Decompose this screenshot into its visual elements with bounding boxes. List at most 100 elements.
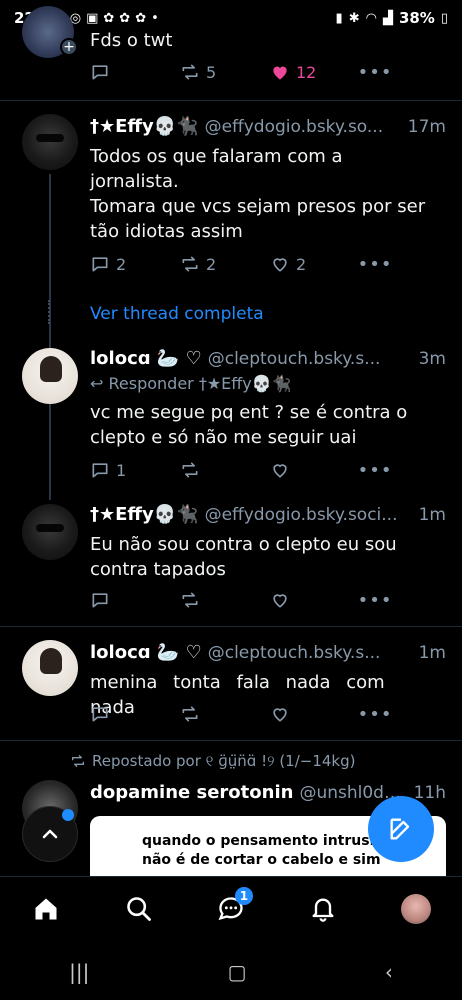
nav-home[interactable] — [26, 889, 66, 929]
new-posts-indicator — [62, 809, 74, 821]
text-line: Eu não sou contra o clepto eu sou — [90, 534, 397, 555]
author-handle[interactable]: @cleptouch.bsky.s... — [208, 643, 411, 663]
post-header: †★Effy💀🐈‍⬛ @effydogio.bsky.soci... 1m — [90, 504, 446, 528]
reply-count: 2 — [116, 254, 127, 274]
feed-post[interactable]: lolocɑ 🦢 ♡ @cleptouch.bsky.s... 1m menin… — [0, 630, 462, 738]
search-icon — [126, 896, 151, 921]
avatar[interactable] — [22, 640, 78, 696]
reply-icon — [92, 65, 108, 80]
follow-plus-icon[interactable]: + — [60, 38, 78, 56]
home-icon — [35, 898, 57, 919]
repost-button[interactable] — [180, 704, 270, 724]
reply-post[interactable]: †★Effy💀🐈‍⬛ @effydogio.bsky.soci... 1m Eu… — [0, 496, 462, 624]
repost-icon — [182, 592, 198, 608]
chat-badge: 1 — [234, 886, 253, 905]
text-line: tão idiotas assim — [90, 221, 243, 242]
post-actions: 2 2 2 ••• — [90, 252, 392, 276]
author-name[interactable]: †★Effy💀🐈‍⬛ — [90, 504, 199, 525]
reposted-by[interactable]: Repostado por ୧ ɡ̈ṳ̈n̈ɑ̈ !୨ (1/−14kg) — [70, 752, 356, 770]
chevron-up-icon — [42, 829, 58, 839]
system-nav: ||| ▢ ‹ — [0, 944, 462, 1000]
author-name[interactable]: dopamine serotonin — [90, 782, 293, 803]
author-name[interactable]: †★Effy💀🐈‍⬛ — [90, 116, 199, 137]
avatar[interactable] — [22, 348, 78, 404]
post-actions: ••• — [90, 702, 392, 726]
bottom-nav: 1 — [0, 876, 462, 940]
feed-post-top[interactable]: + Fds o twt 5 12 ••• — [0, 0, 462, 100]
reply-icon — [92, 593, 108, 608]
reposted-by-text: Repostado por ୧ ɡ̈ṳ̈n̈ɑ̈ !୨ (1/−14kg) — [92, 752, 356, 770]
repost-count: 2 — [206, 254, 217, 274]
thread-line — [49, 404, 51, 500]
repost-icon — [182, 706, 198, 722]
post-header: †★Effy💀🐈‍⬛ @effydogio.bsky.so... 17m — [90, 116, 446, 140]
heart-icon — [273, 594, 287, 608]
author-handle[interactable]: @cleptouch.bsky.s... — [208, 349, 411, 369]
post-time: 1m — [418, 505, 446, 525]
avatar[interactable] — [22, 504, 78, 560]
post-time: 17m — [407, 117, 446, 137]
reply-count: 1 — [116, 460, 127, 480]
like-button[interactable]: 12 — [270, 62, 360, 82]
reply-to-label[interactable]: ↩ Responder †★Effy💀🐈‍⬛ — [90, 374, 292, 393]
bell-icon — [312, 898, 334, 922]
repost-button[interactable]: 5 — [180, 62, 270, 82]
like-button[interactable]: 2 — [270, 254, 360, 274]
reply-button[interactable]: 1 — [90, 460, 180, 480]
nav-profile[interactable] — [396, 889, 436, 929]
author-name[interactable]: lolocɑ 🦢 ♡ — [90, 348, 202, 369]
repost-icon — [182, 462, 198, 478]
thread-gap-dots — [48, 300, 52, 324]
heart-icon — [273, 708, 287, 722]
more-options-button[interactable]: ••• — [358, 704, 392, 725]
compose-button[interactable] — [368, 796, 434, 862]
like-button[interactable] — [270, 704, 360, 724]
heart-icon — [273, 258, 287, 272]
nav-notifications[interactable] — [303, 889, 343, 929]
nav-search[interactable] — [119, 889, 159, 929]
post-time: 3m — [418, 349, 446, 369]
avatar[interactable] — [22, 114, 78, 170]
text-line: contra tapados — [90, 559, 226, 580]
post-time: 1m — [418, 643, 446, 663]
more-options-button[interactable]: ••• — [358, 62, 392, 83]
more-options-button[interactable]: ••• — [358, 590, 392, 611]
more-options-button[interactable]: ••• — [358, 460, 392, 481]
repost-icon — [182, 64, 198, 80]
reply-to-text: Responder †★Effy💀🐈‍⬛ — [108, 374, 292, 393]
repost-button[interactable] — [180, 460, 270, 480]
heart-icon — [273, 464, 287, 478]
compose-icon — [390, 818, 410, 840]
view-full-thread-link[interactable]: Ver thread completa — [90, 304, 264, 324]
divider — [0, 740, 462, 741]
reply-button[interactable] — [90, 62, 180, 82]
repost-icon — [182, 256, 198, 272]
profile-avatar[interactable] — [400, 893, 431, 924]
author-handle[interactable]: @effydogio.bsky.so... — [205, 117, 400, 137]
repost-button[interactable] — [180, 590, 270, 610]
author-handle[interactable]: @effydogio.bsky.soci... — [205, 505, 411, 525]
like-button[interactable] — [270, 460, 360, 480]
text-line: Todos os que falaram com a — [90, 146, 343, 167]
reply-post[interactable]: lolocɑ 🦢 ♡ @cleptouch.bsky.s... 3m ↩ Res… — [0, 340, 462, 490]
reply-button[interactable] — [90, 590, 180, 610]
post-actions: 5 12 ••• — [90, 60, 392, 84]
post-header: lolocɑ 🦢 ♡ @cleptouch.bsky.s... 3m — [90, 348, 446, 372]
back-icon[interactable]: ‹ — [385, 960, 393, 984]
author-name[interactable]: lolocɑ 🦢 ♡ — [90, 642, 202, 663]
home-system-icon[interactable]: ▢ — [228, 960, 247, 984]
reply-button[interactable]: 2 — [90, 254, 180, 274]
nav-chat[interactable]: 1 — [211, 886, 253, 929]
reply-button[interactable] — [90, 704, 180, 724]
post-text: Fds o twt — [90, 30, 173, 51]
text-line: vc me segue pq ent ? se é contra o — [90, 402, 408, 423]
post-header: lolocɑ 🦢 ♡ @cleptouch.bsky.s... 1m — [90, 642, 446, 666]
divider — [0, 626, 462, 627]
post-actions: 1 ••• — [90, 458, 392, 482]
recent-apps-icon[interactable]: ||| — [69, 960, 89, 984]
more-options-button[interactable]: ••• — [358, 254, 392, 275]
text-line: clepto e só não me seguir uai — [90, 427, 357, 448]
like-count: 2 — [296, 254, 307, 274]
like-button[interactable] — [270, 590, 360, 610]
repost-button[interactable]: 2 — [180, 254, 270, 274]
